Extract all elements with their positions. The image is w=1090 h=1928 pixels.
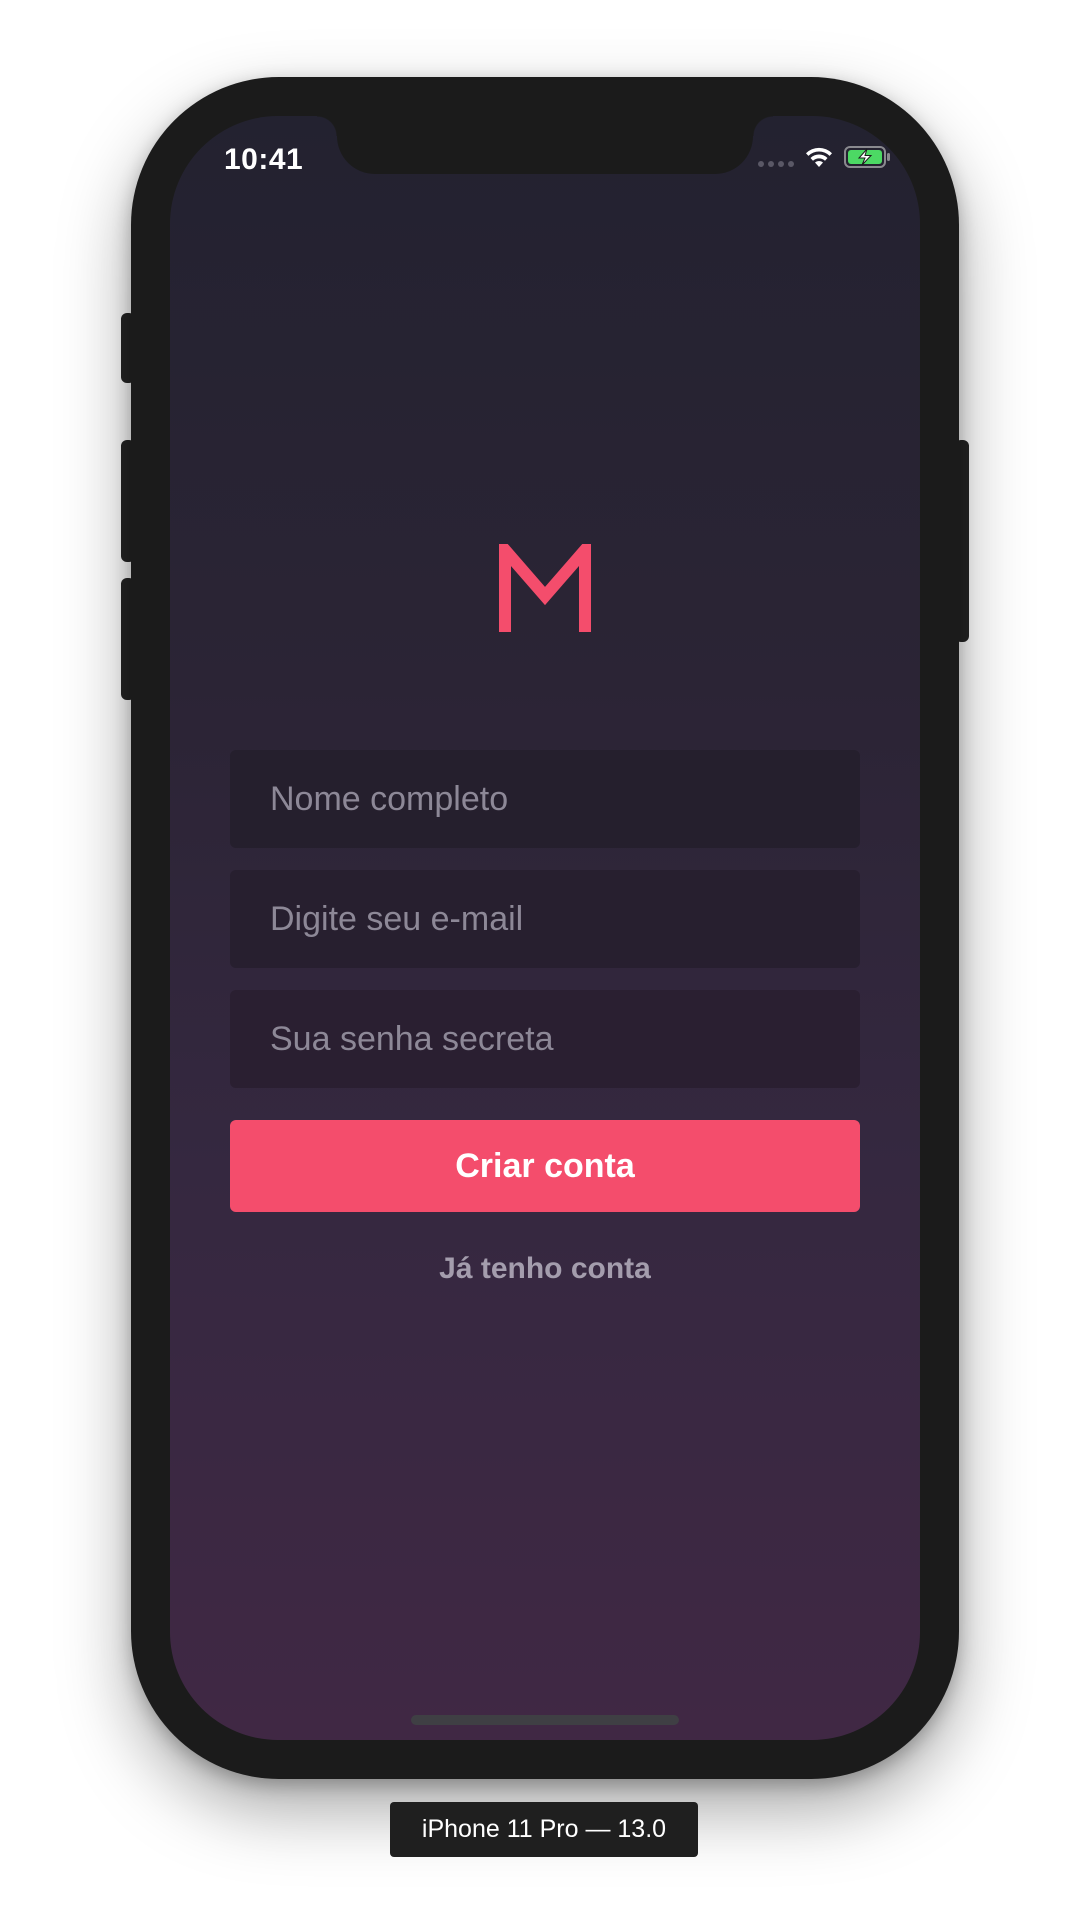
app-screen: 10:41 Nome completo Digite seu e-mail Cr… — [170, 116, 920, 1740]
email-input[interactable] — [270, 899, 830, 939]
logo-m-icon — [499, 533, 591, 632]
name-input[interactable] — [270, 779, 830, 819]
simulator-window: 10:41 Nome completo Digite seu e-mail Cr… — [0, 0, 1090, 1928]
notch — [317, 116, 773, 174]
status-icons — [758, 146, 892, 168]
device-label: iPhone 11 Pro — 13.0 — [390, 1802, 698, 1857]
signal-icon — [758, 147, 794, 167]
create-account-button[interactable]: Criar conta — [230, 1120, 860, 1212]
status-time: 10:41 — [224, 143, 304, 176]
email-field[interactable] — [230, 870, 860, 968]
login-link[interactable]: Já tenho conta — [170, 1252, 920, 1286]
app-logo — [170, 533, 920, 654]
battery-charging-icon — [844, 146, 890, 168]
home-indicator — [411, 1715, 679, 1725]
password-field[interactable] — [230, 990, 860, 1088]
name-field[interactable] — [230, 750, 860, 848]
password-input[interactable] — [270, 1019, 830, 1059]
wifi-icon — [806, 147, 832, 167]
